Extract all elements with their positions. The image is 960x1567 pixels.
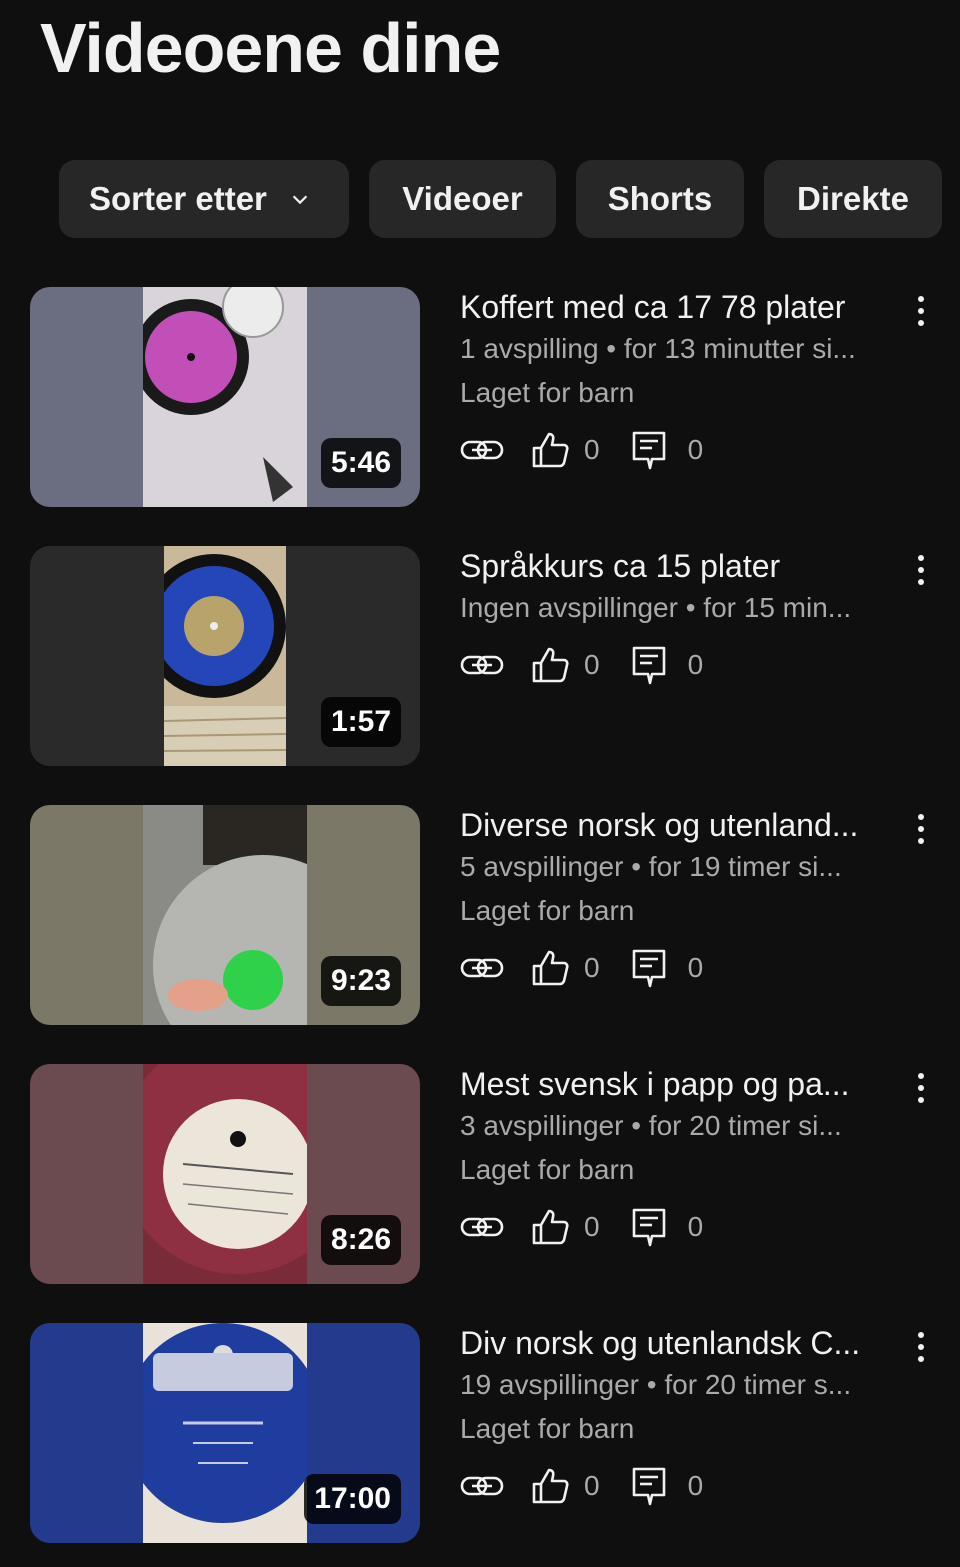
record-image [118, 1064, 358, 1284]
video-age: for 19 timer si... [648, 851, 842, 882]
video-views-age: Ingen avspillinger • for 15 min... [460, 592, 852, 623]
chip-live[interactable]: Direkte [764, 160, 942, 238]
video-views-age: 19 avspillinger • for 20 timer s... [460, 1369, 852, 1400]
video-views-age: 5 avspillinger • for 19 timer si... [460, 851, 842, 882]
video-duration: 1:57 [320, 697, 401, 747]
video-title[interactable]: Div norsk og utenlandsk C... [460, 1323, 900, 1363]
video-stats: 0 0 [460, 1202, 900, 1252]
comment-icon[interactable] [632, 1466, 666, 1506]
video-title[interactable]: Mest svensk i papp og pa... [460, 1064, 900, 1104]
chevron-down-icon [292, 195, 308, 205]
video-age: for 13 minutter si... [623, 333, 856, 364]
link-icon[interactable] [460, 1215, 504, 1239]
video-views: 1 avspilling [460, 333, 599, 364]
like-count: 0 [584, 952, 600, 983]
made-for-kids: Laget for barn [460, 377, 635, 408]
like-count: 0 [584, 434, 600, 465]
record-image [133, 287, 307, 507]
link-icon[interactable] [460, 956, 504, 980]
comment-icon[interactable] [632, 948, 666, 988]
video-title[interactable]: Diverse norsk og utenland... [460, 805, 900, 845]
video-duration: 8:26 [320, 1215, 401, 1265]
video-title[interactable]: Koffert med ca 17 78 plater [460, 287, 900, 327]
video-thumbnail[interactable]: 5:46 [30, 287, 420, 507]
made-for-kids: Laget for barn [460, 1413, 635, 1444]
sort-dropdown[interactable]: Sorter etter [59, 160, 349, 238]
link-icon[interactable] [460, 438, 504, 462]
thumbs-up-icon[interactable] [530, 1207, 570, 1247]
video-stats: 0 0 [460, 640, 900, 690]
video-item[interactable]: 1:57 Språkkurs ca 15 plater Ingen avspil… [0, 546, 960, 766]
thumbs-up-icon[interactable] [530, 430, 570, 470]
sort-label: Sorter etter [89, 180, 267, 217]
more-options-icon[interactable] [908, 293, 934, 333]
record-image [143, 805, 373, 1025]
link-icon[interactable] [460, 653, 504, 677]
like-count: 0 [584, 1470, 600, 1501]
video-thumbnail[interactable]: 9:23 [30, 805, 420, 1025]
thumbs-up-icon[interactable] [530, 645, 570, 685]
link-icon[interactable] [460, 1474, 504, 1498]
video-stats: 0 0 [460, 943, 900, 993]
made-for-kids: Laget for barn [460, 895, 635, 926]
video-views: 5 avspillinger [460, 851, 624, 882]
video-age: for 15 min... [703, 592, 852, 623]
video-views: Ingen avspillinger [460, 592, 678, 623]
more-options-icon[interactable] [908, 1070, 934, 1110]
video-thumbnail[interactable]: 1:57 [30, 546, 420, 766]
thumbs-up-icon[interactable] [530, 948, 570, 988]
video-views: 19 avspillinger [460, 1369, 639, 1400]
like-count: 0 [584, 649, 600, 680]
filter-chips: Sorter etter Videoer Shorts Direkte [59, 160, 942, 238]
comment-count: 0 [687, 649, 704, 680]
video-views-age: 3 avspillinger • for 20 timer si... [460, 1110, 842, 1141]
comment-icon[interactable] [632, 1207, 666, 1247]
like-count: 0 [584, 1211, 600, 1242]
video-item[interactable]: 5:46 Koffert med ca 17 78 plater 1 avspi… [0, 287, 960, 507]
more-options-icon[interactable] [908, 1329, 934, 1369]
video-stats: 0 0 [460, 425, 900, 475]
video-item[interactable]: 17:00 Div norsk og utenlandsk C... 19 av… [0, 1323, 960, 1543]
more-options-icon[interactable] [908, 811, 934, 851]
comment-count: 0 [687, 1470, 704, 1501]
chip-videos[interactable]: Videoer [369, 160, 556, 238]
thumbs-up-icon[interactable] [530, 1466, 570, 1506]
record-image [142, 546, 287, 766]
video-item[interactable]: 8:26 Mest svensk i papp og pa... 3 avspi… [0, 1064, 960, 1284]
video-age: for 20 timer si... [648, 1110, 842, 1141]
video-item[interactable]: 9:23 Diverse norsk og utenland... 5 avsp… [0, 805, 960, 1025]
comment-count: 0 [687, 434, 704, 465]
video-age: for 20 timer s... [664, 1369, 852, 1400]
video-stats: 0 0 [460, 1461, 900, 1511]
made-for-kids: Laget for barn [460, 1154, 635, 1185]
video-duration: 9:23 [320, 956, 401, 1006]
chip-shorts[interactable]: Shorts [576, 160, 744, 238]
comment-count: 0 [687, 1211, 704, 1242]
record-image [123, 1323, 323, 1543]
comment-count: 0 [687, 952, 704, 983]
video-views: 3 avspillinger [460, 1110, 624, 1141]
video-views-age: 1 avspilling • for 13 minutter si... [460, 333, 856, 364]
video-duration: 5:46 [320, 438, 401, 488]
video-duration: 17:00 [304, 1474, 401, 1524]
more-options-icon[interactable] [908, 552, 934, 592]
comment-icon[interactable] [632, 430, 666, 470]
video-title[interactable]: Språkkurs ca 15 plater [460, 546, 900, 586]
comment-icon[interactable] [632, 645, 666, 685]
page-title: Videoene dine [40, 9, 501, 87]
video-thumbnail[interactable]: 17:00 [30, 1323, 420, 1543]
video-thumbnail[interactable]: 8:26 [30, 1064, 420, 1284]
